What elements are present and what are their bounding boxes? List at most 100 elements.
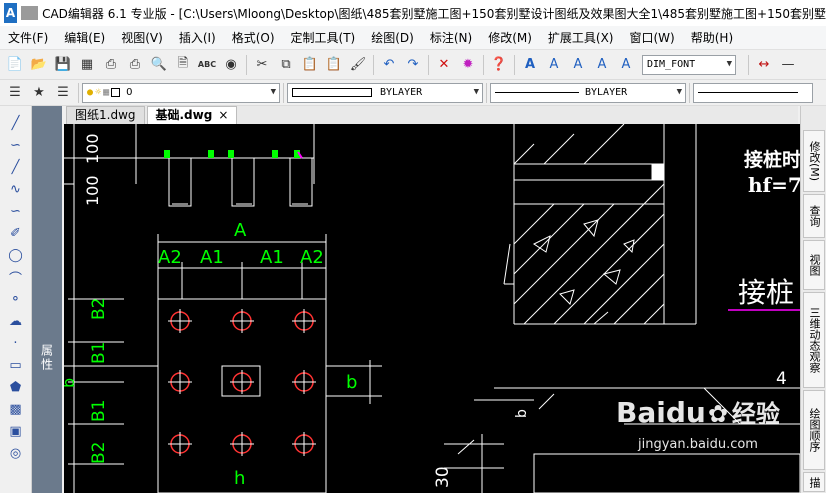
paste-special-icon[interactable]: 📋 bbox=[323, 54, 345, 76]
label-pile-joint: 接桩时 bbox=[744, 148, 800, 171]
linetype-sample-icon bbox=[495, 92, 579, 93]
tab-foundation[interactable]: 基础.dwg × bbox=[146, 106, 238, 124]
lightbulb-icon: ● bbox=[87, 87, 94, 98]
undo-icon[interactable]: ↶ bbox=[378, 54, 400, 76]
revision-cloud-icon[interactable]: ☁ bbox=[4, 310, 28, 332]
menu-format[interactable]: 格式(O) bbox=[224, 27, 283, 49]
menu-edit[interactable]: 编辑(E) bbox=[56, 27, 113, 49]
match-properties-icon[interactable]: 🖌 bbox=[347, 54, 369, 76]
menu-help[interactable]: 帮助(H) bbox=[683, 27, 741, 49]
toolbar-separator bbox=[78, 82, 79, 103]
save-as-icon[interactable]: ▦ bbox=[76, 54, 98, 76]
linetype-select[interactable]: BYLAYER ▼ bbox=[490, 82, 686, 103]
layer-select[interactable]: ● ☼ ▦ 0 ▼ bbox=[82, 82, 280, 103]
properties-panel[interactable]: 属性 bbox=[32, 106, 62, 493]
hatch-icon[interactable]: ▩ bbox=[4, 398, 28, 420]
text-scale-icon[interactable]: A bbox=[615, 54, 637, 76]
line-tool-icon[interactable]: ╱ bbox=[4, 112, 28, 134]
layer-toolbar: ☰ ★ ☰ ● ☼ ▦ 0 ▼ BYLAYER ▼ BYLAYER ▼ bbox=[0, 80, 826, 106]
pile-crosshairs bbox=[168, 309, 316, 456]
document-tabs: 图纸1.dwg 基础.dwg × bbox=[66, 106, 798, 124]
menu-insert[interactable]: 插入(I) bbox=[171, 27, 224, 49]
new-file-icon[interactable]: 📄 bbox=[4, 54, 26, 76]
print-preview-icon[interactable]: 🔍 bbox=[148, 54, 170, 76]
layer-manager-icon[interactable]: ☰ bbox=[4, 82, 26, 104]
tab-more[interactable]: 描 bbox=[803, 472, 825, 492]
label-pile-joint-large: 接桩 bbox=[738, 276, 794, 309]
properties-panel-title: 属性 bbox=[39, 344, 54, 372]
menu-modify[interactable]: 修改(M) bbox=[480, 27, 540, 49]
menu-window[interactable]: 窗口(W) bbox=[622, 27, 683, 49]
rectangle-icon[interactable]: ▭ bbox=[4, 354, 28, 376]
text-style-icon[interactable]: A bbox=[519, 54, 541, 76]
green-marks bbox=[164, 150, 300, 158]
close-icon[interactable]: × bbox=[218, 108, 228, 122]
redacted-region bbox=[21, 6, 39, 20]
color-swatch-icon bbox=[292, 88, 372, 97]
edit-text-icon[interactable]: A bbox=[567, 54, 589, 76]
draw-toolbar: ╱ ∽ ╱ ∿ ∽ ✐ ◯ ⌒ ⚬ ☁ · ▭ ⬟ ▩ ▣ ◎ bbox=[0, 106, 32, 493]
drawing-canvas[interactable]: 100 100 A A2 A1 A1 A2 B2 B1 B1 B2 b h 接桩… bbox=[64, 124, 800, 493]
spline-icon[interactable]: ∿ bbox=[4, 178, 28, 200]
toolbar-separator bbox=[748, 54, 749, 75]
menu-dimension[interactable]: 标注(N) bbox=[422, 27, 480, 49]
region-icon[interactable]: ▣ bbox=[4, 420, 28, 442]
publish-icon[interactable]: 🗎 bbox=[172, 54, 194, 76]
tab-query[interactable]: 查询 bbox=[803, 194, 825, 238]
ellipse-arc-icon[interactable]: ⚬ bbox=[4, 288, 28, 310]
help-icon[interactable]: ❓ bbox=[488, 54, 510, 76]
lineweight-sample-icon bbox=[698, 92, 798, 93]
menu-view[interactable]: 视图(V) bbox=[113, 27, 171, 49]
find-icon[interactable]: ◉ bbox=[220, 54, 242, 76]
tab-draw-order[interactable]: 绘图顺序 bbox=[803, 390, 825, 470]
color-swatch-icon bbox=[111, 88, 121, 97]
standard-toolbar: 📄 📂 💾 ▦ ⎙ ⎙ 🔍 🗎 ABC ◉ ✂ ⧉ 📋 📋 🖌 ↶ ↷ ✕ ✹ … bbox=[0, 50, 826, 80]
color-select[interactable]: BYLAYER ▼ bbox=[287, 82, 483, 103]
lineweight-select[interactable] bbox=[693, 82, 813, 103]
print-icon[interactable]: ⎙ bbox=[100, 54, 122, 76]
point-icon[interactable]: · bbox=[4, 332, 28, 354]
cut-icon[interactable]: ✂ bbox=[251, 54, 273, 76]
arc-icon[interactable]: ⌒ bbox=[4, 266, 28, 288]
dim-B1-lower: B1 bbox=[89, 400, 109, 422]
freehand-icon[interactable]: ∽ bbox=[4, 200, 28, 222]
find-text-icon[interactable]: A bbox=[591, 54, 613, 76]
layer-previous-icon[interactable]: ☰ bbox=[52, 82, 74, 104]
delete-icon[interactable]: ✕ bbox=[433, 54, 455, 76]
spell-check-icon[interactable]: ABC bbox=[196, 54, 218, 76]
tab-view[interactable]: 视图 bbox=[803, 240, 825, 290]
save-icon[interactable]: 💾 bbox=[52, 54, 74, 76]
toolbar-separator bbox=[486, 82, 487, 103]
donut-icon[interactable]: ◎ bbox=[4, 442, 28, 464]
plot-icon[interactable]: ⎙ bbox=[124, 54, 146, 76]
sketch-icon[interactable]: ✐ bbox=[4, 222, 28, 244]
app-logo-icon: A bbox=[4, 3, 18, 23]
copy-icon[interactable]: ⧉ bbox=[275, 54, 297, 76]
construction-line-icon[interactable]: ∽ bbox=[4, 134, 28, 156]
dimension-aligned-icon[interactable]: — bbox=[777, 54, 799, 76]
polygon-icon[interactable]: ⬟ bbox=[4, 376, 28, 398]
menu-custom-tools[interactable]: 定制工具(T) bbox=[283, 27, 364, 49]
text-style-select[interactable]: DIM_FONT ▼ bbox=[642, 54, 736, 75]
menu-draw[interactable]: 绘图(D) bbox=[363, 27, 422, 49]
tab-modify[interactable]: 修改(M) bbox=[803, 130, 825, 192]
watermark-url: jingyan.baidu.com bbox=[638, 437, 758, 452]
chevron-down-icon: ▼ bbox=[270, 86, 276, 97]
paste-icon[interactable]: 📋 bbox=[299, 54, 321, 76]
chevron-down-icon: ▼ bbox=[676, 86, 682, 97]
polyline-icon[interactable]: ╱ bbox=[4, 156, 28, 178]
open-file-icon[interactable]: 📂 bbox=[28, 54, 50, 76]
purge-icon[interactable]: ✹ bbox=[457, 54, 479, 76]
tab-drawing1[interactable]: 图纸1.dwg bbox=[66, 106, 145, 124]
menu-bar: 文件(F) 编辑(E) 视图(V) 插入(I) 格式(O) 定制工具(T) 绘图… bbox=[0, 26, 826, 50]
dim-A: A bbox=[234, 220, 247, 241]
dimension-linear-icon[interactable]: ↔ bbox=[753, 54, 775, 76]
single-line-text-icon[interactable]: A bbox=[543, 54, 565, 76]
layer-state-icon[interactable]: ★ bbox=[28, 82, 50, 104]
tab-3d-orbit[interactable]: 三维动态观察 bbox=[803, 292, 825, 388]
menu-extend-tools[interactable]: 扩展工具(X) bbox=[540, 27, 622, 49]
menu-file[interactable]: 文件(F) bbox=[0, 27, 56, 49]
dim-A1-right: A1 bbox=[260, 247, 284, 268]
circle-icon[interactable]: ◯ bbox=[4, 244, 28, 266]
redo-icon[interactable]: ↷ bbox=[402, 54, 424, 76]
